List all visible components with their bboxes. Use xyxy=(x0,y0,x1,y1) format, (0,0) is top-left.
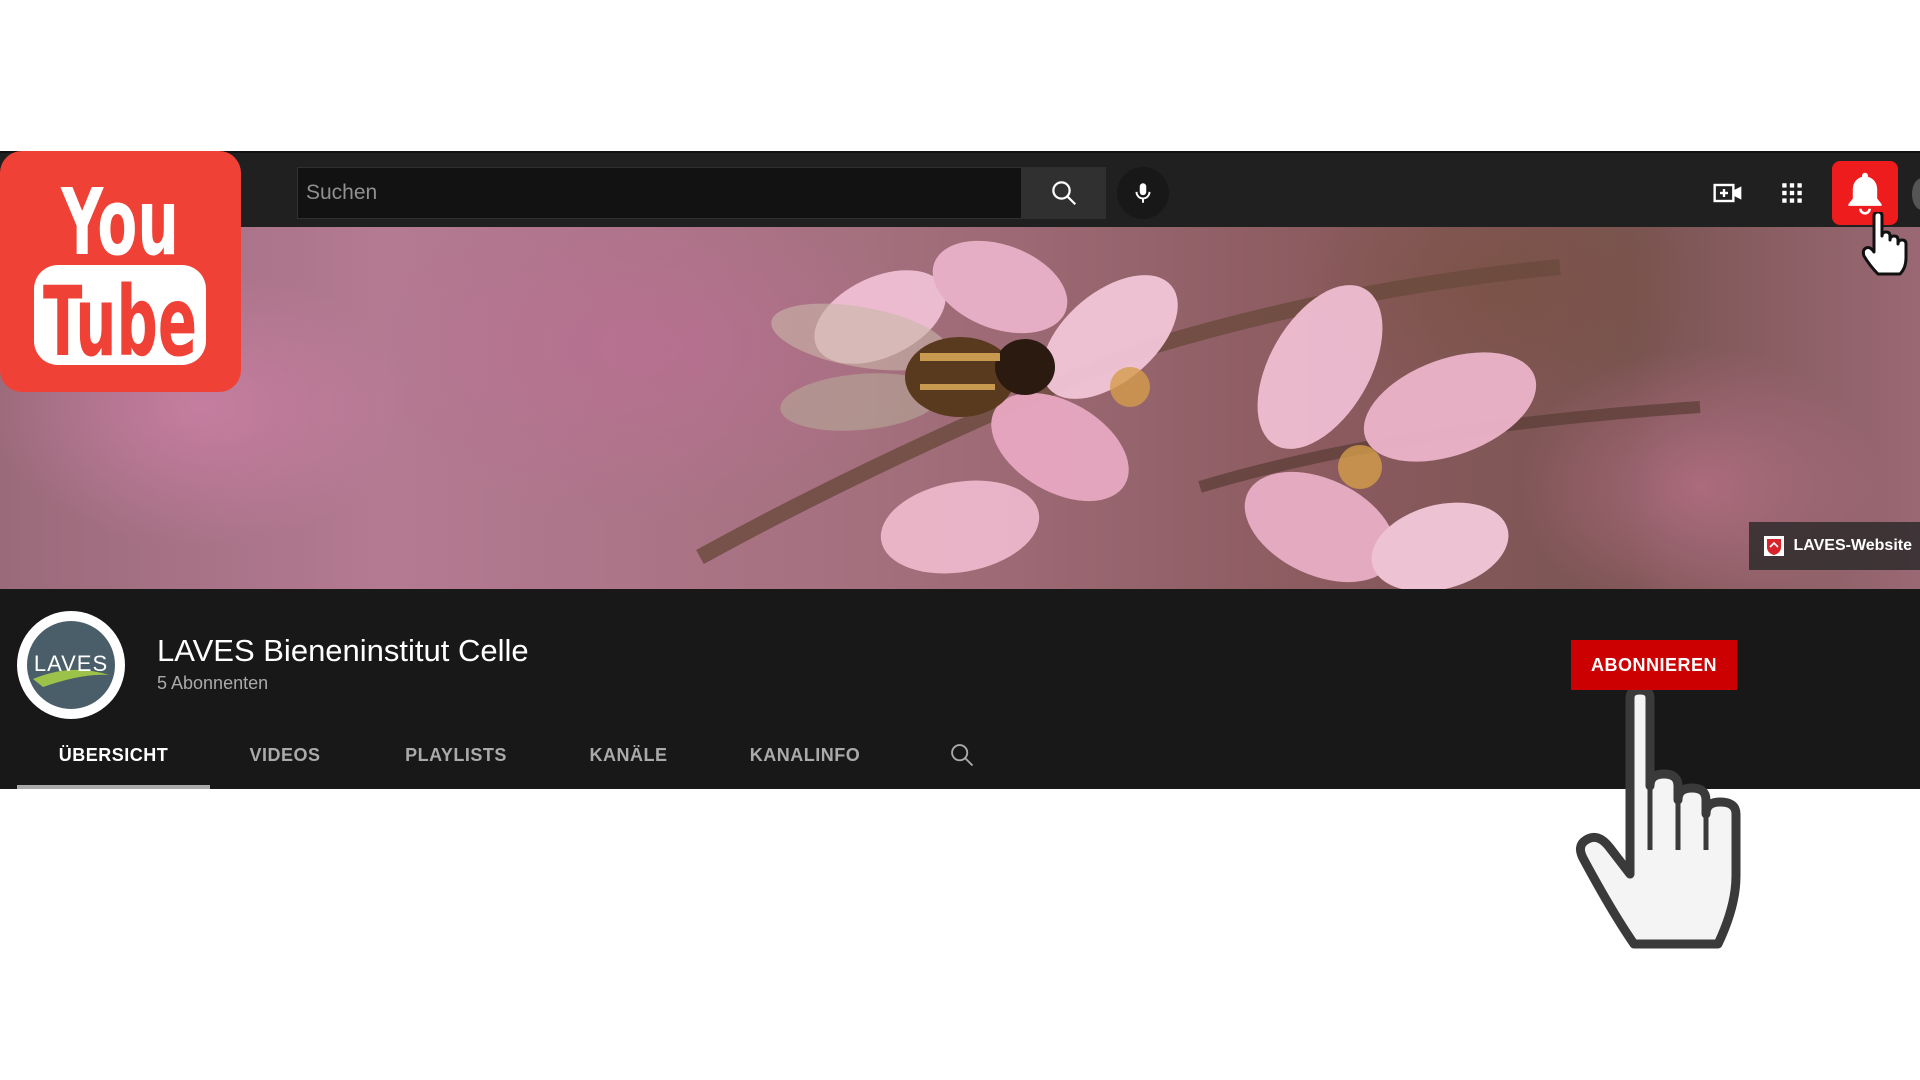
lower-saxony-crest-icon xyxy=(1764,536,1785,556)
channel-banner: LAVES-Website xyxy=(0,227,1920,589)
search-icon xyxy=(951,744,974,767)
page: You Tube xyxy=(0,0,1920,1080)
apps-grid-icon xyxy=(1782,183,1802,203)
tab-playlists[interactable]: PLAYLISTS xyxy=(360,725,552,789)
tab-channels[interactable]: KANÄLE xyxy=(552,725,705,789)
apps-button[interactable] xyxy=(1774,175,1810,211)
voice-search-button[interactable] xyxy=(1117,167,1169,219)
create-video-button[interactable] xyxy=(1710,175,1746,211)
banner-photo-bee-blossom xyxy=(696,240,1701,589)
video-add-icon xyxy=(1713,183,1742,203)
subscriber-count: 5 Abonnenten xyxy=(157,673,269,693)
search-box xyxy=(297,167,1106,219)
masthead xyxy=(0,151,1920,227)
banner-link-label: LAVES-Website xyxy=(1793,537,1912,554)
logo-tube-text: Tube xyxy=(43,266,197,378)
pointer-hand-large-icon xyxy=(1576,690,1741,949)
channel-name: LAVES Bieneninstitut Celle xyxy=(157,633,529,668)
tab-about[interactable]: KANALINFO xyxy=(705,725,905,789)
tab-overview[interactable]: ÜBERSICHT xyxy=(17,725,210,789)
channel-search-button[interactable] xyxy=(948,741,976,773)
search-button[interactable] xyxy=(1022,167,1106,219)
pointer-hand-icon xyxy=(1861,212,1908,276)
microphone-icon xyxy=(1135,183,1151,203)
tab-videos[interactable]: VIDEOS xyxy=(210,725,360,789)
subscribe-button[interactable]: ABONNIEREN xyxy=(1571,640,1737,690)
channel-avatar[interactable]: LAVES xyxy=(17,611,125,719)
search-input[interactable] xyxy=(297,167,1022,219)
bell-icon xyxy=(1848,172,1882,215)
banner-website-link[interactable]: LAVES-Website xyxy=(1749,522,1920,570)
logo-you-text: You xyxy=(60,169,179,276)
youtube-logo: You Tube xyxy=(0,151,241,392)
search-icon xyxy=(1052,181,1077,206)
channel-tabs: ÜBERSICHT VIDEOS PLAYLISTS KANÄLE KANALI… xyxy=(17,725,905,789)
avatar-logo-text: LAVES xyxy=(34,651,108,676)
account-avatar[interactable] xyxy=(1912,178,1920,210)
laves-logo: LAVES xyxy=(27,621,115,709)
